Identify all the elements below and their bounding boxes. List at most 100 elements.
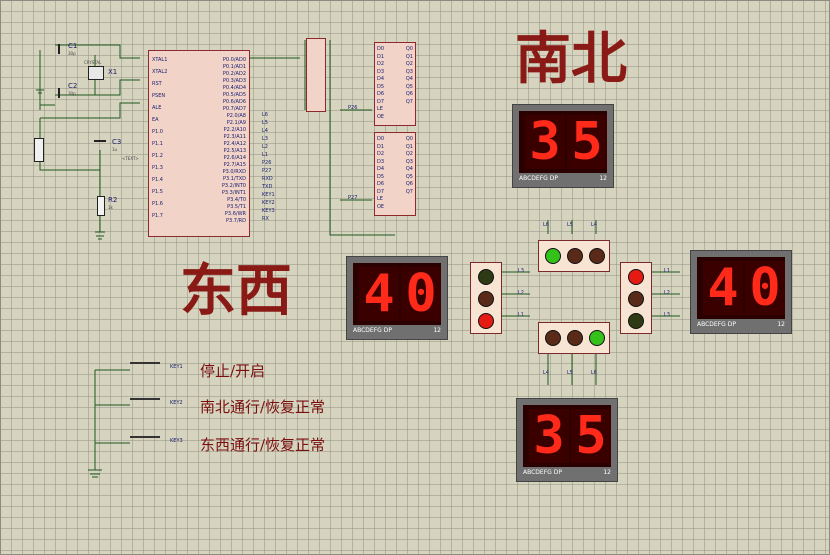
- display-west-ones: 0: [401, 267, 441, 321]
- latch-lower-in-1: D1: [377, 143, 385, 150]
- display-east-pins: 12: [777, 321, 785, 328]
- display-south[interactable]: 3 5 ABCDEFG DP 12: [516, 398, 618, 482]
- latch-lower-in-2: D2: [377, 151, 385, 157]
- c1-label: C1: [68, 42, 78, 50]
- mcu-pin-left-7: P1.1: [152, 141, 163, 147]
- mcu-net-3: L3: [262, 136, 268, 142]
- mcu-pin-right-9: P2.1/A9: [226, 120, 246, 126]
- crystal-x1[interactable]: [88, 66, 104, 80]
- display-south-pins: 12: [603, 469, 611, 476]
- latch-lower-in-7: D7: [377, 188, 385, 195]
- latch-lower-in-9: OE: [377, 203, 385, 210]
- mcu-pin-right-23: P3.7/RD: [226, 218, 246, 224]
- south-lamp-amber: [567, 330, 583, 346]
- resistor-pack[interactable]: [306, 38, 326, 112]
- latch-upper-in-8: LE: [377, 106, 383, 112]
- reset-button[interactable]: [34, 138, 44, 162]
- mcu-net-5: L1: [262, 152, 268, 158]
- traffic-light-west[interactable]: [470, 262, 502, 334]
- south-lamp-red: [545, 330, 561, 346]
- display-west-pins: 12: [433, 327, 441, 334]
- mcu-pin-right-11: P2.3/A11: [223, 134, 246, 140]
- mcu-pin-left-5: EA: [152, 117, 159, 123]
- traffic-light-east[interactable]: [620, 262, 652, 334]
- mcu-pin-left-4: ALE: [152, 105, 162, 111]
- latch-upper-out-3: Q3: [405, 68, 413, 75]
- north-sig-1: L5: [567, 222, 573, 228]
- traffic-light-north[interactable]: [538, 240, 610, 272]
- latch-upper[interactable]: D0 D1 D2 D3 D4 D5 D6 D7 LE OE Q0 Q1 Q2 Q3 Q4 Q5 Q6 Q7: [374, 42, 416, 126]
- display-east-seg: ABCDEFG DP: [697, 321, 736, 328]
- display-south-seg: ABCDEFG DP: [523, 469, 562, 476]
- key1-switch[interactable]: [130, 362, 160, 374]
- latch-upper-out-0: Q0: [405, 46, 413, 52]
- east-lamp-green: [628, 313, 644, 329]
- mcu-net-7: P27: [262, 168, 272, 174]
- south-sig-2: L6: [591, 370, 597, 376]
- east-sig-0: L1: [664, 268, 670, 274]
- key3-switch[interactable]: [130, 436, 160, 448]
- mcu-pin-right-15: P2.7/A15: [223, 162, 246, 168]
- latch-upper-in-1: D1: [377, 53, 385, 60]
- latch-lower-in-6: D6: [377, 181, 385, 187]
- key2-switch[interactable]: [130, 398, 160, 410]
- latch-upper-out-7: Q7: [405, 98, 413, 105]
- west-lamp-amber: [478, 291, 494, 307]
- mcu-net-10: KEY1: [262, 192, 275, 198]
- key2-net: KEY2: [170, 400, 183, 406]
- capacitor-c1[interactable]: [58, 44, 60, 54]
- mcu-pin-right-16: P3.0/RXD: [222, 169, 246, 175]
- north-sig-0: L6: [543, 222, 549, 228]
- mcu-pin-left-1: XTAL2: [152, 69, 168, 75]
- display-north[interactable]: 3 5 ABCDEFG DP 12: [512, 104, 614, 188]
- latch-lower-out-5: Q5: [405, 173, 413, 180]
- latch-lower-out-1: Q1: [405, 143, 413, 150]
- mcu-net-12: KEY3: [262, 208, 275, 214]
- display-south-tens: 3: [529, 409, 569, 463]
- c2-label: C2: [68, 82, 78, 90]
- latch-upper-in-7: D7: [377, 98, 385, 105]
- display-west[interactable]: 4 0 ABCDEFG DP 12: [346, 256, 448, 340]
- latch-lower-in-8: LE: [377, 196, 383, 202]
- mcu-pin-right-3: P0.3/AD3: [222, 78, 246, 84]
- mcu-pin-left-6: P1.0: [152, 129, 163, 135]
- display-east[interactable]: 4 0 ABCDEFG DP 12: [690, 250, 792, 334]
- capacitor-c2[interactable]: [58, 88, 60, 98]
- key1-label: 停止/开启: [200, 362, 266, 380]
- north-lamp-amber: [567, 248, 583, 264]
- mcu-net-9: TXD: [262, 184, 273, 190]
- latch-lower[interactable]: D0 D1 D2 D3 D4 D5 D6 D7 LE OE Q0 Q1 Q2 Q3 Q4 Q5 Q6 Q7: [374, 132, 416, 216]
- mcu-pin-left-2: RST: [152, 81, 162, 87]
- traffic-light-south[interactable]: [538, 322, 610, 354]
- title-north-south: 南北: [515, 27, 627, 92]
- latch-lower-in-5: D5: [377, 173, 385, 180]
- mcu-pin-left-3: PSEN: [152, 93, 166, 99]
- latch-lower-in-3: D3: [377, 158, 385, 165]
- title-east-west: 东西: [180, 259, 292, 324]
- display-east-ones: 0: [745, 261, 785, 315]
- latch-upper-in-0: D0: [377, 46, 385, 52]
- capacitor-c3[interactable]: [94, 140, 106, 142]
- mcu-pin-left-9: P1.3: [152, 165, 163, 171]
- mcu-pin-right-20: P3.4/T0: [227, 197, 246, 203]
- latch-lower-out-3: Q3: [405, 158, 413, 165]
- resistor-r2[interactable]: [97, 196, 105, 216]
- mcu-pin-right-8: P2.0/A8: [226, 113, 246, 119]
- mcu-pin-right-21: P3.5/T1: [227, 204, 246, 210]
- mcu-net-0: L6: [262, 112, 268, 118]
- mcu-at89c51[interactable]: XTAL1 XTAL2 RST PSEN ALE EA P1.0 P1.1 P1.2 P1.3 P1…: [148, 50, 250, 237]
- latch-upper-in-3: D3: [377, 68, 385, 75]
- display-east-tens: 4: [703, 261, 743, 315]
- east-lamp-amber: [628, 291, 644, 307]
- latch-upper-in-4: D4: [377, 76, 385, 82]
- r2-label: R2: [108, 196, 118, 204]
- west-sig-1: L2: [518, 290, 524, 296]
- south-sig-0: L4: [543, 370, 549, 376]
- mcu-net-2: L4: [262, 128, 268, 134]
- west-sig-2: L1: [518, 312, 524, 318]
- latch-upper-in-2: D2: [377, 61, 385, 67]
- mcu-pin-right-2: P0.2/AD2: [222, 71, 246, 77]
- latch-lower-out-6: Q6: [405, 181, 413, 187]
- west-sig-0: L3: [518, 268, 524, 274]
- mcu-pin-right-5: P0.5/AD5: [222, 92, 246, 98]
